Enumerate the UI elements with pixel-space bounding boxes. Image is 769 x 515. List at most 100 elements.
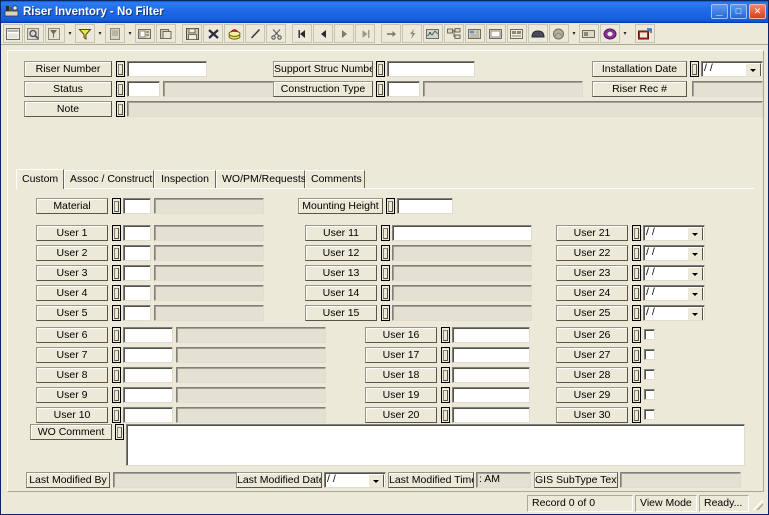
user-1-code-input[interactable] [123,225,151,241]
user-28-field-button[interactable] [632,367,641,383]
cut-button[interactable] [266,24,286,43]
user-30-checkbox[interactable] [644,409,655,420]
riser-number-field-button[interactable] [116,61,125,77]
user-4-field-button[interactable] [112,285,121,301]
user-5-field-button[interactable] [112,305,121,321]
filter-by-selection-button[interactable] [45,24,65,43]
last-record-button[interactable] [355,24,375,43]
user-20-input[interactable] [452,407,530,423]
user-21-combo[interactable]: / / [643,225,705,241]
user-28-checkbox[interactable] [644,369,655,380]
user-18-field-button[interactable] [441,367,450,383]
riser-number-input[interactable] [127,61,207,77]
user-13-field-button[interactable] [381,265,390,281]
chevron-down-icon[interactable] [687,227,703,241]
duplicate-record-button[interactable] [156,24,176,43]
first-record-button[interactable] [292,24,312,43]
user-11-input[interactable] [392,225,532,241]
minimize-button[interactable]: _ [711,4,728,19]
user-24-field-button[interactable] [632,285,641,301]
tab-inspection[interactable]: Inspection [154,170,216,188]
chevron-down-icon[interactable] [687,247,703,261]
user-7-code-input[interactable] [123,347,173,363]
user-15-input[interactable] [392,305,532,321]
edit-pencil-button[interactable] [245,24,265,43]
new-record-button[interactable] [105,24,125,43]
user-16-field-button[interactable] [441,327,450,343]
user-5-code-input[interactable] [123,305,151,321]
user-12-field-button[interactable] [381,245,390,261]
user-26-field-button[interactable] [632,327,641,343]
resize-grip-icon[interactable] [751,495,765,512]
query-find-button[interactable] [24,24,44,43]
note-field-button[interactable] [116,101,125,117]
image-view-dropdown[interactable]: ▾ [570,24,578,43]
user-19-input[interactable] [452,387,530,403]
user-25-field-button[interactable] [632,305,641,321]
chevron-down-icon[interactable] [687,307,703,321]
last-modified-date-combo[interactable]: / / [324,472,386,488]
user-18-input[interactable] [452,367,530,383]
user-8-code-input[interactable] [123,367,173,383]
wo-comment-field-button[interactable] [115,424,124,440]
user-26-checkbox[interactable] [644,329,655,340]
undo-edit-button[interactable] [224,24,244,43]
user-9-code-input[interactable] [123,387,173,403]
goto-record-button[interactable] [381,24,401,43]
user-3-code-input[interactable] [123,265,151,281]
user-13-input[interactable] [392,265,532,281]
construction-type-code-input[interactable] [387,81,420,97]
user-3-field-button[interactable] [112,265,121,281]
user-30-field-button[interactable] [632,407,641,423]
user-19-field-button[interactable] [441,387,450,403]
image-view-button[interactable] [549,24,569,43]
new-record-dropdown[interactable]: ▾ [126,24,134,43]
user-9-field-button[interactable] [112,387,121,403]
tab-wo-pm-requests[interactable]: WO/PM/Requests [216,170,305,188]
status-field-button[interactable] [116,81,125,97]
documents-button[interactable] [507,24,527,43]
user-8-field-button[interactable] [112,367,121,383]
form-view-button[interactable] [3,24,23,43]
user-29-field-button[interactable] [632,387,641,403]
filter-funnel-button[interactable] [75,24,95,43]
filter-by-selection-dropdown[interactable]: ▾ [66,24,74,43]
next-record-button[interactable] [334,24,354,43]
user-4-code-input[interactable] [123,285,151,301]
delete-button[interactable] [203,24,223,43]
user-2-field-button[interactable] [112,245,121,261]
mounting-height-input[interactable] [397,198,453,214]
lightning-action-button[interactable] [402,24,422,43]
user-6-field-button[interactable] [112,327,121,343]
launch-external-button[interactable] [635,24,655,43]
user-23-combo[interactable]: / / [643,265,705,281]
user-24-combo[interactable]: / / [643,285,705,301]
user-15-field-button[interactable] [381,305,390,321]
installation-date-combo[interactable]: / / [701,61,763,77]
user-17-input[interactable] [452,347,530,363]
user-22-combo[interactable]: / / [643,245,705,261]
user-16-input[interactable] [452,327,530,343]
user-17-field-button[interactable] [441,347,450,363]
installation-date-field-button[interactable] [690,61,699,77]
tab-comments[interactable]: Comments [305,170,365,188]
tab-assoc-construct[interactable]: Assoc / Construct [64,170,154,188]
user-25-combo[interactable]: / / [643,305,705,321]
user-21-field-button[interactable] [632,225,641,241]
construction-type-field-button[interactable] [376,81,385,97]
wo-comment-textarea[interactable] [126,424,745,466]
user-27-field-button[interactable] [632,347,641,363]
user-11-field-button[interactable] [381,225,390,241]
user-14-input[interactable] [392,285,532,301]
user-1-field-button[interactable] [112,225,121,241]
material-code-input[interactable] [123,198,151,214]
chevron-down-icon[interactable] [687,267,703,281]
user-22-field-button[interactable] [632,245,641,261]
print-preview-button[interactable] [486,24,506,43]
previous-record-button[interactable] [313,24,333,43]
title-bar[interactable]: Riser Inventory - No Filter _ □ ✕ [1,1,768,23]
user-12-input[interactable] [392,245,532,261]
card-view-button[interactable] [579,24,599,43]
hierarchy-button[interactable] [444,24,464,43]
attachments-button[interactable] [528,24,548,43]
